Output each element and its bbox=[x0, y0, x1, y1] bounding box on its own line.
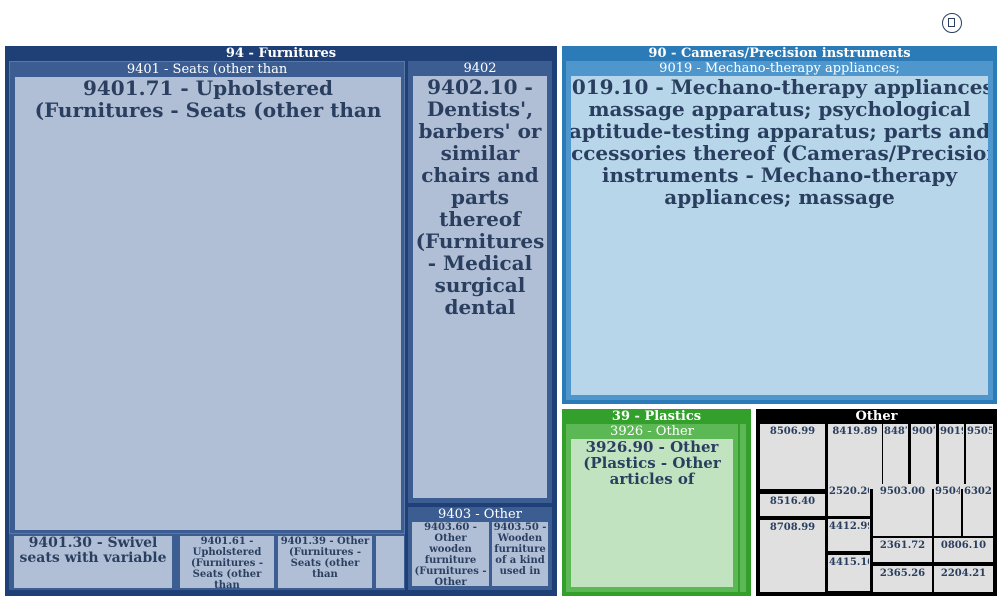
treemap-leaf[interactable]: 2361.72 bbox=[873, 538, 932, 562]
treemap-leaf[interactable]: 9401.39 - Other (Furnitures - Seats (oth… bbox=[278, 536, 372, 588]
treemap-leaf[interactable]: 9402.10 - Dentists', barbers' or similar… bbox=[413, 76, 547, 498]
leaf-label: 9403.60 - Other wooden furniture (Furnit… bbox=[414, 522, 487, 586]
treemap-chart: 94 - Furnitures 9401 - Seats (other than 9… bbox=[0, 0, 1000, 600]
treemap-subgroup-3926[interactable]: 3926 - Other 3926.90 - Other (Plastics - … bbox=[566, 424, 738, 592]
treemap-subgroup-9019[interactable]: 9019 - Mechano-therapy appliances; 9019.1… bbox=[566, 61, 993, 400]
treemap-leaf[interactable]: 9401.61 - Upholstered (Furnitures - Seat… bbox=[180, 536, 274, 588]
leaf-label: 6302.40 bbox=[964, 486, 992, 497]
leaf-label: 9402.10 - Dentists', barbers' or similar… bbox=[415, 76, 545, 318]
group-header: Other bbox=[855, 409, 898, 424]
treemap-leaf[interactable]: 4415.10 bbox=[828, 555, 870, 591]
treemap-leaf[interactable]: 9503.00 bbox=[873, 484, 932, 536]
treemap-subgroup-9401[interactable]: 9401 - Seats (other than 9401.71 - Uphols… bbox=[9, 61, 405, 534]
treemap-leaf[interactable]: 9007.20 bbox=[911, 424, 936, 489]
treemap-leaf[interactable] bbox=[376, 536, 404, 588]
treemap-leaf[interactable]: 9019.10 - Mechano-therapy appliances; ma… bbox=[571, 76, 988, 395]
leaf-label: 8516.40 bbox=[769, 496, 816, 507]
leaf-label: 9504.00 bbox=[935, 486, 960, 497]
treemap-leaf[interactable]: 2365.26 bbox=[873, 566, 932, 592]
group-header: 39 - Plastics bbox=[611, 409, 702, 424]
subgroup-header: 9401 - Seats (other than bbox=[126, 62, 288, 77]
treemap-group-cameras[interactable]: 90 - Cameras/Precision instruments 9019 -… bbox=[562, 46, 997, 404]
treemap-group-plastics[interactable]: 39 - Plastics 3926 - Other 3926.90 - Other… bbox=[562, 409, 751, 596]
treemap-leaf[interactable]: 9403.50 - Wooden furniture of a kind use… bbox=[492, 522, 548, 586]
treemap-leaf[interactable]: 9401.71 - Upholstered (Furnitures - Seat… bbox=[15, 77, 401, 530]
treemap-leaf[interactable]: 9505.10 bbox=[966, 424, 993, 489]
subgroup-header: 9402 bbox=[463, 61, 497, 76]
treemap-leaf[interactable]: 8506.99 bbox=[760, 424, 825, 489]
leaf-label: 2520.20 bbox=[829, 486, 869, 497]
treemap-subgroup-9403[interactable]: 9403 - Other 9403.60 - Other wooden furni… bbox=[408, 507, 552, 590]
leaf-label: 0806.10 bbox=[940, 540, 987, 551]
leaf-label: 8487.10 bbox=[884, 426, 907, 437]
group-header: 90 - Cameras/Precision instruments bbox=[648, 46, 911, 61]
leaf-label: 4415.10 bbox=[829, 557, 869, 568]
subgroup-header: 3926 - Other bbox=[610, 424, 694, 439]
treemap-leaf[interactable]: 2520.20 bbox=[828, 484, 870, 516]
treemap-leaf[interactable]: 9401.30 - Swivel seats with variable bbox=[14, 536, 172, 588]
treemap-leaf[interactable]: 8487.10 bbox=[883, 424, 908, 489]
leaf-label: 3926.90 - Other (Plastics - Other articl… bbox=[583, 439, 721, 487]
leaf-label: 2365.26 bbox=[879, 568, 926, 579]
subgroup-header: 9403 - Other bbox=[438, 507, 522, 522]
leaf-label: 8708.99 bbox=[769, 522, 816, 533]
leaf-label: 9503.00 bbox=[879, 486, 926, 497]
treemap-group-furnitures[interactable]: 94 - Furnitures 9401 - Seats (other than 9… bbox=[5, 46, 557, 596]
treemap-leaf[interactable]: 8419.89 bbox=[828, 424, 882, 489]
treemap-leaf[interactable]: 9019.20 bbox=[939, 424, 964, 489]
treemap-leaf[interactable]: 8516.40 bbox=[760, 494, 825, 516]
leaf-label: 8419.89 bbox=[832, 426, 878, 437]
group-header: 94 - Furnitures bbox=[225, 46, 337, 61]
treemap-group-other[interactable]: Other 8506.99 8419.89 8487.10 9007.20 9019.20… bbox=[756, 409, 997, 596]
treemap-leaf[interactable]: 2204.21 bbox=[934, 566, 993, 592]
leaf-label: 9401.61 - Upholstered (Furnitures - Seat… bbox=[190, 536, 264, 588]
treemap-subgroup-9402[interactable]: 9402 9402.10 - Dentists', barbers' or sim… bbox=[408, 61, 552, 503]
treemap-leaf[interactable]: 8708.99 bbox=[760, 520, 825, 592]
treemap-subgroup-9401-cont: 9401.30 - Swivel seats with variable 9401… bbox=[9, 534, 405, 590]
treemap-leaf[interactable]: 9504.00 bbox=[934, 484, 961, 536]
leaf-label: 9403.50 - Wooden furniture of a kind use… bbox=[493, 522, 547, 577]
leaf-label: 9019.20 bbox=[940, 426, 963, 437]
leaf-label: 9505.10 bbox=[967, 426, 992, 437]
leaf-label: 8506.99 bbox=[769, 426, 816, 437]
leaf-label: 9401.39 - Other (Furnitures - Seats (oth… bbox=[280, 536, 370, 580]
subgroup-header: 9019 - Mechano-therapy appliances; bbox=[659, 61, 900, 76]
leaf-label: 9019.10 - Mechano-therapy appliances; ma… bbox=[571, 76, 988, 208]
leaf-label: 9007.20 bbox=[912, 426, 935, 437]
treemap-leaf[interactable]: 4412.99 bbox=[828, 519, 870, 551]
leaf-label: 2204.21 bbox=[940, 568, 987, 579]
treemap-leaf[interactable]: 0806.10 bbox=[934, 538, 993, 562]
leaf-label: 9401.30 - Swivel seats with variable bbox=[19, 536, 167, 566]
treemap-subgroup-small[interactable] bbox=[740, 424, 746, 592]
leaf-label: 4412.99 bbox=[829, 521, 869, 532]
leaf-label: 9401.71 - Upholstered (Furnitures - Seat… bbox=[34, 77, 382, 121]
plotly-logo-icon[interactable] bbox=[942, 13, 962, 33]
treemap-leaf[interactable]: 9403.60 - Other wooden furniture (Furnit… bbox=[412, 522, 489, 586]
treemap-leaf[interactable]: 3926.90 - Other (Plastics - Other articl… bbox=[571, 439, 733, 587]
treemap-leaf[interactable]: 6302.40 bbox=[963, 484, 993, 536]
leaf-label: 2361.72 bbox=[879, 540, 926, 551]
